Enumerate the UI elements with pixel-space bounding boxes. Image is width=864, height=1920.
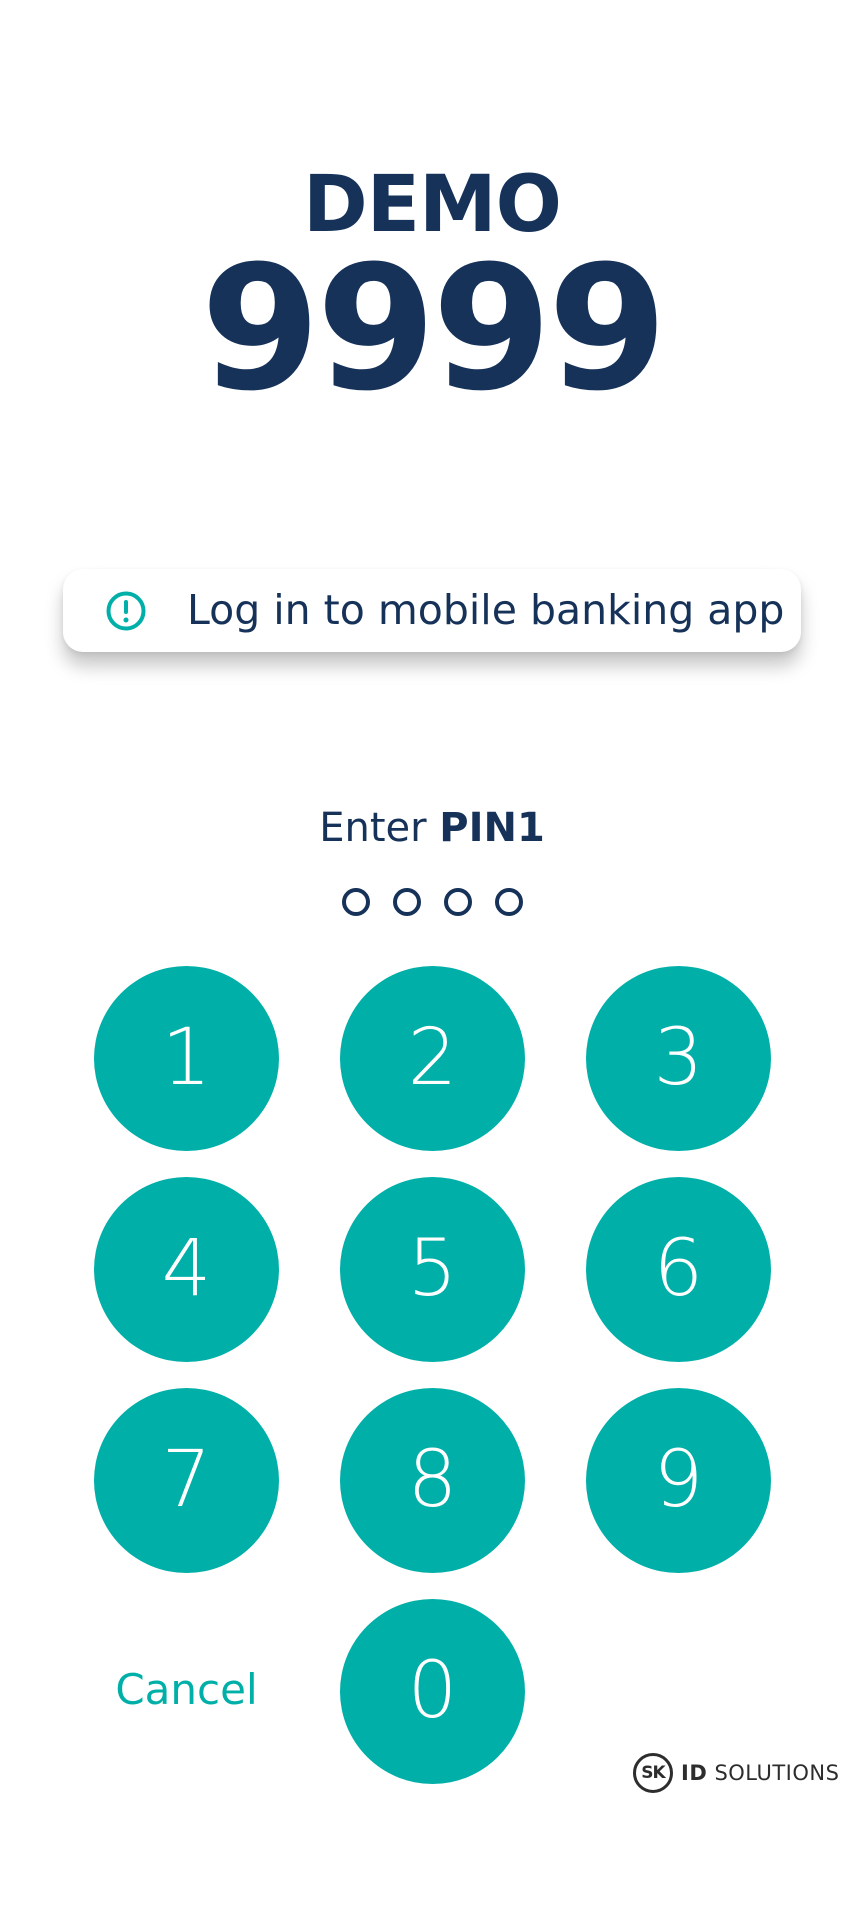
brand-logo: SK ID SOLUTIONS: [633, 1752, 839, 1794]
key-5[interactable]: 5: [340, 1177, 525, 1362]
key-3[interactable]: 3: [586, 966, 771, 1151]
pin-dot: [495, 888, 523, 916]
verification-code: 9999: [200, 228, 668, 429]
key-7[interactable]: 7: [94, 1388, 279, 1573]
pin-dot: [342, 888, 370, 916]
pin-prompt-prefix: Enter: [319, 805, 427, 851]
info-card: Log in to mobile banking app: [63, 569, 801, 652]
header: DEMO 9999: [0, 160, 864, 429]
key-2[interactable]: 2: [340, 966, 525, 1151]
pin-dot: [444, 888, 472, 916]
key-1[interactable]: 1: [94, 966, 279, 1151]
key-9[interactable]: 9: [586, 1388, 771, 1573]
pin-dot: [393, 888, 421, 916]
brand-mark: SK: [633, 1753, 673, 1793]
cancel-button[interactable]: Cancel: [94, 1660, 279, 1720]
pin-prompt: Enter PIN1: [0, 800, 864, 856]
brand-name: ID SOLUTIONS: [681, 1761, 839, 1785]
alert-circle-icon: [106, 591, 146, 631]
key-0[interactable]: 0: [340, 1599, 525, 1784]
info-message: Log in to mobile banking app: [187, 586, 785, 634]
pin-prompt-name: PIN1: [439, 805, 545, 851]
key-8[interactable]: 8: [340, 1388, 525, 1573]
brand-name-strong: ID: [681, 1761, 708, 1785]
key-4[interactable]: 4: [94, 1177, 279, 1362]
brand-name-rest: SOLUTIONS: [714, 1761, 840, 1785]
pin-indicator: [342, 888, 524, 916]
pin-entry-screen: DEMO 9999 Log in to mobile banking app E…: [0, 0, 864, 1920]
key-6[interactable]: 6: [586, 1177, 771, 1362]
